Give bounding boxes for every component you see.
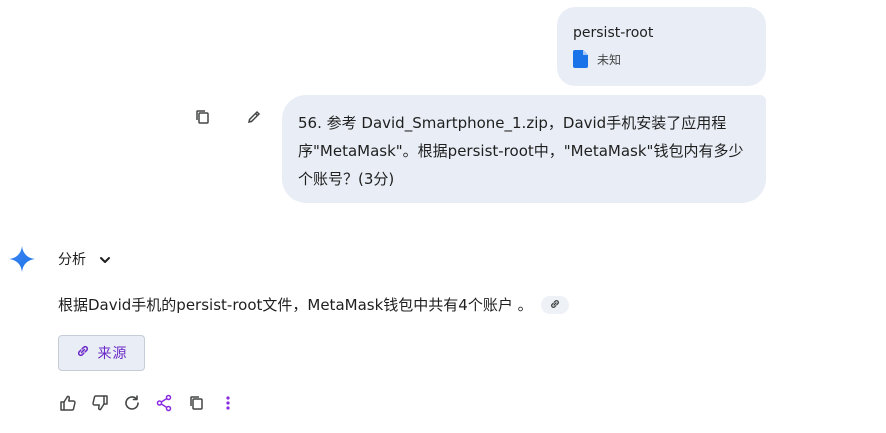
response-answer: 根据David手机的persist-root文件，MetaMask钱包中共有4个… xyxy=(58,293,569,317)
citation-chip[interactable] xyxy=(540,293,569,317)
response-action-bar xyxy=(58,394,250,416)
attachment-type: 未知 xyxy=(597,52,622,67)
sources-label: 来源 xyxy=(97,346,128,362)
copy-icon xyxy=(188,395,204,415)
user-message-bubble: 56. 参考 David_Smartphone_1.zip，David手机安装了… xyxy=(282,95,766,203)
gemini-spark-icon xyxy=(9,246,35,272)
attachment-meta: 未知 xyxy=(573,50,750,68)
share-button[interactable] xyxy=(154,394,174,416)
regenerate-icon xyxy=(123,394,141,416)
thumbs-up-icon xyxy=(59,394,77,416)
thumbs-up-button[interactable] xyxy=(58,395,78,415)
chevron-down-icon xyxy=(98,252,112,266)
edit-prompt-button[interactable] xyxy=(243,108,265,130)
link-icon xyxy=(549,293,561,317)
attachment-card[interactable]: persist-root 未知 xyxy=(557,7,766,86)
attachment-name: persist-root xyxy=(573,25,654,41)
more-vert-icon xyxy=(225,395,231,415)
share-icon xyxy=(155,394,173,416)
link-icon xyxy=(76,344,90,362)
copy-icon xyxy=(194,109,210,129)
document-icon xyxy=(573,50,589,68)
thumbs-down-button[interactable] xyxy=(90,395,110,415)
user-message-text: 56. 参考 David_Smartphone_1.zip，David手机安装了… xyxy=(298,114,744,188)
copy-response-button[interactable] xyxy=(186,395,206,415)
analysis-label: 分析 xyxy=(58,252,86,268)
thumbs-down-icon xyxy=(91,394,109,416)
regenerate-button[interactable] xyxy=(122,395,142,415)
sources-button[interactable]: 来源 xyxy=(58,335,145,371)
edit-icon xyxy=(246,109,262,129)
more-options-button[interactable] xyxy=(218,395,238,415)
copy-prompt-button[interactable] xyxy=(191,108,213,130)
analysis-toggle[interactable]: 分析 xyxy=(58,248,112,270)
answer-text: 根据David手机的persist-root文件，MetaMask钱包中共有4个… xyxy=(58,296,533,314)
